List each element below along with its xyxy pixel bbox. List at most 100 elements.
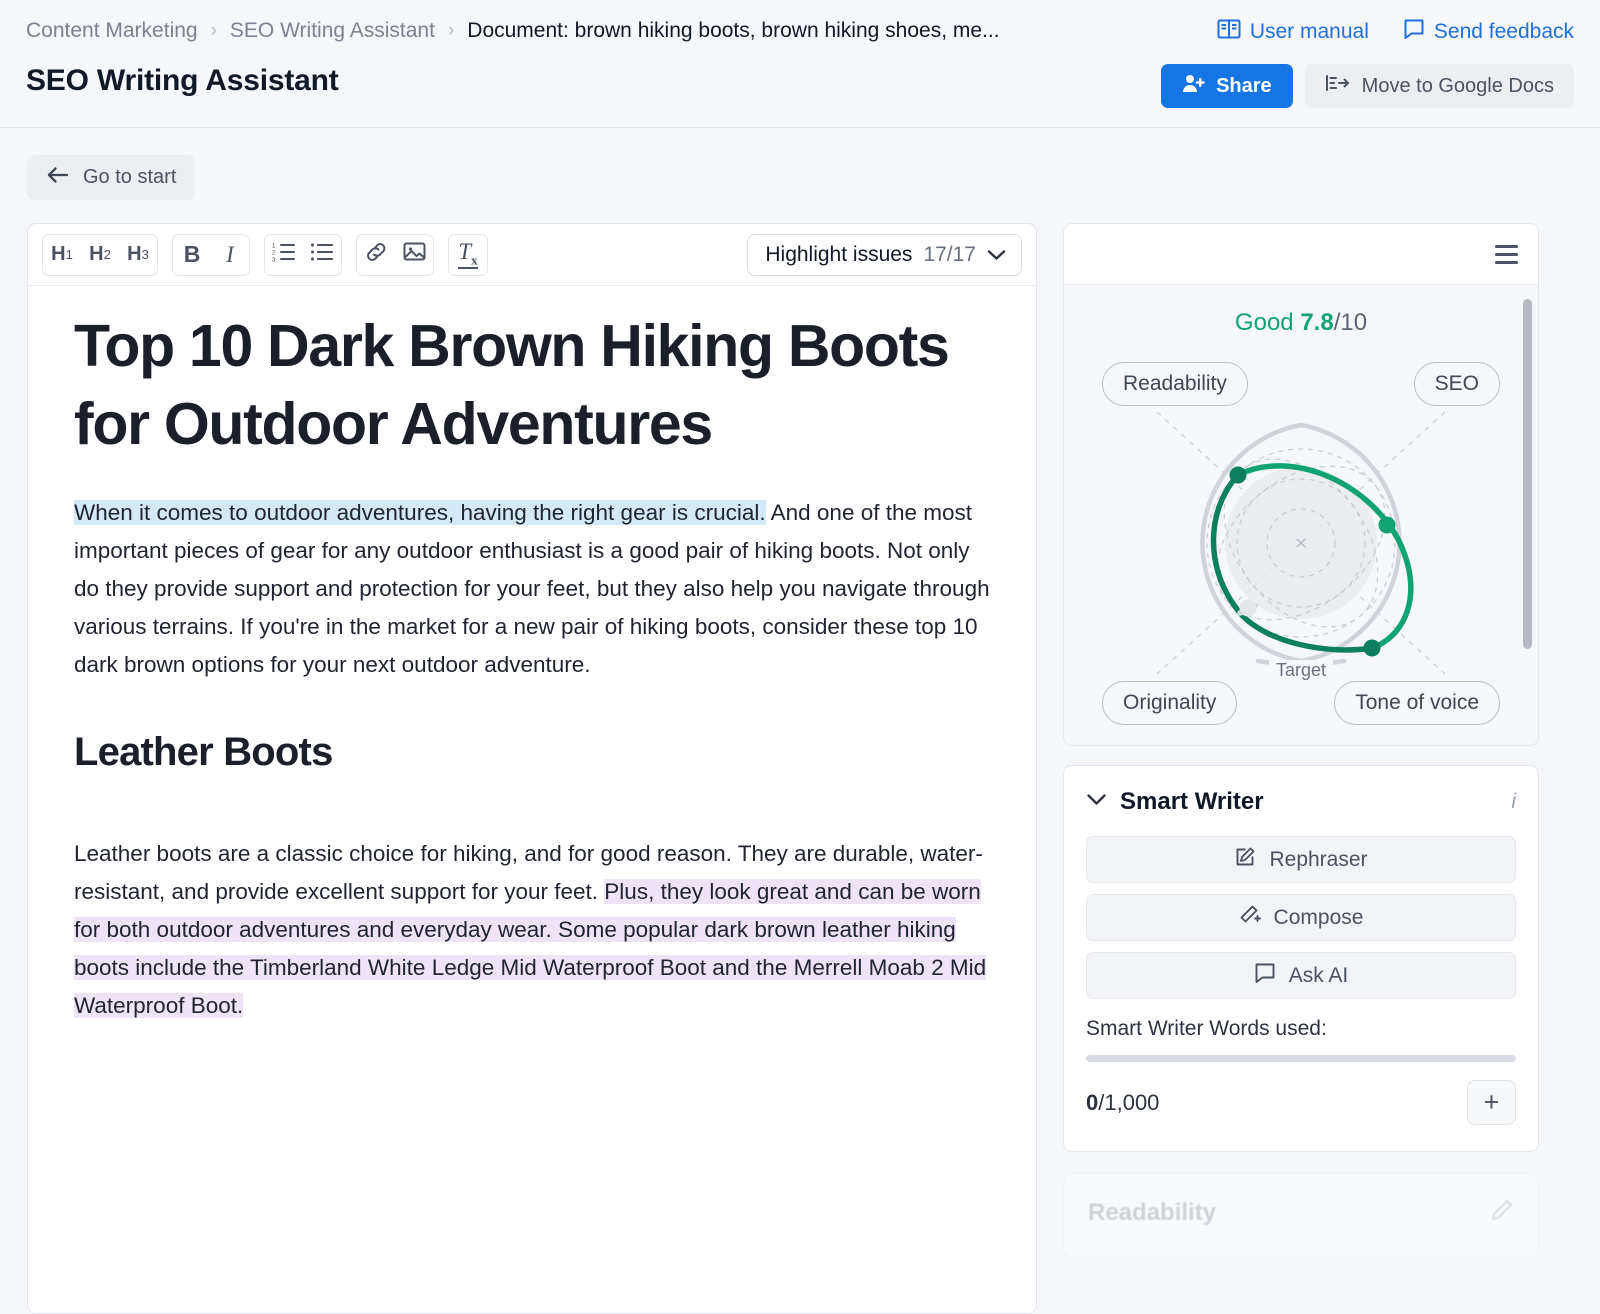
italic-button[interactable]: I xyxy=(211,235,249,275)
chat-bubble-icon xyxy=(1254,962,1276,990)
highlight-issues-count: 17/17 xyxy=(923,243,976,267)
document-body[interactable]: Top 10 Dark Brown Hiking Boots for Outdo… xyxy=(28,286,1036,1313)
score-card: Good 7.8/10 Readability SEO xyxy=(1063,223,1539,746)
h1-label: H xyxy=(51,243,65,266)
book-icon xyxy=(1217,18,1241,46)
breadcrumb-item-content-marketing[interactable]: Content Marketing xyxy=(26,19,198,43)
magic-wand-icon xyxy=(1239,904,1261,932)
readability-title: Readability xyxy=(1088,1199,1216,1227)
section-heading-leather-boots: Leather Boots xyxy=(74,730,998,775)
svg-text:3: 3 xyxy=(272,257,276,262)
text-style-button-group: B I xyxy=(172,234,250,276)
smart-writer-word-count: 0/1,000 xyxy=(1086,1090,1159,1116)
chevron-down-icon xyxy=(987,243,1006,267)
add-words-button[interactable]: + xyxy=(1467,1080,1516,1125)
clear-formatting-button[interactable]: Tx xyxy=(449,235,487,275)
side-panel: Good 7.8/10 Readability SEO xyxy=(1063,223,1539,1314)
intro-paragraph: When it comes to outdoor adventures, hav… xyxy=(74,494,998,684)
chip-originality[interactable]: Originality xyxy=(1102,681,1237,725)
send-feedback-label: Send feedback xyxy=(1434,20,1574,44)
compose-button[interactable]: Compose xyxy=(1086,894,1516,941)
breadcrumb-item-seo-writing-assistant[interactable]: SEO Writing Assistant xyxy=(230,19,435,43)
score-body: Good 7.8/10 Readability SEO xyxy=(1064,285,1538,745)
top-bar-links: User manual Send feedback xyxy=(1217,18,1574,46)
breadcrumb-separator-icon: › xyxy=(448,21,454,40)
smart-writer-header[interactable]: Smart Writer i xyxy=(1086,788,1516,816)
h1-button[interactable]: H1 xyxy=(43,235,81,275)
radar-chart: Target xyxy=(1064,399,1538,687)
chat-bubble-icon xyxy=(1403,18,1425,46)
move-arrow-icon xyxy=(1325,73,1350,99)
go-to-start-label: Go to start xyxy=(83,166,176,189)
breadcrumb-item-document[interactable]: Document: brown hiking boots, brown hiki… xyxy=(467,19,999,43)
info-icon[interactable]: i xyxy=(1511,790,1516,814)
user-plus-icon xyxy=(1182,73,1205,99)
h2-number: 2 xyxy=(104,247,111,262)
breadcrumb: Content Marketing › SEO Writing Assistan… xyxy=(26,19,1000,43)
chevron-down-icon[interactable] xyxy=(1086,793,1107,811)
chip-tone-of-voice[interactable]: Tone of voice xyxy=(1334,681,1500,725)
radar-point-tone-of-voice xyxy=(1364,640,1381,657)
score-value: 7.8 xyxy=(1300,309,1333,336)
image-icon xyxy=(403,241,426,268)
ask-ai-button[interactable]: Ask AI xyxy=(1086,952,1516,999)
go-to-start-button[interactable]: Go to start xyxy=(27,155,195,200)
radar-chart-svg xyxy=(1136,399,1466,687)
highlight-issues-label: Highlight issues xyxy=(765,243,912,267)
chip-readability[interactable]: Readability xyxy=(1102,362,1248,406)
go-to-start-row: Go to start xyxy=(0,128,1600,200)
radar-point-seo xyxy=(1379,517,1396,534)
bullet-list-button[interactable] xyxy=(303,235,341,275)
link-icon xyxy=(365,241,388,269)
editor-card: H1 H2 H3 B I xyxy=(27,223,1037,1314)
clear-format-x: x xyxy=(471,252,478,267)
svg-text:2: 2 xyxy=(272,250,276,256)
intro-rest-text: And one of the most important pieces of … xyxy=(74,500,990,677)
top-bar: Content Marketing › SEO Writing Assistan… xyxy=(0,0,1600,128)
ordered-list-button[interactable]: 1 2 3 xyxy=(265,235,303,275)
smart-writer-card: Smart Writer i Rephraser xyxy=(1063,765,1539,1152)
h1-number: 1 xyxy=(66,247,73,262)
send-feedback-link[interactable]: Send feedback xyxy=(1403,18,1574,46)
issue-highlight-blue[interactable]: When it comes to outdoor adventures, hav… xyxy=(74,500,766,525)
chip-seo[interactable]: SEO xyxy=(1414,362,1500,406)
share-button[interactable]: Share xyxy=(1161,64,1293,108)
image-button[interactable] xyxy=(395,235,433,275)
insert-button-group xyxy=(356,234,434,276)
bold-button[interactable]: B xyxy=(173,235,211,275)
list-button-group: 1 2 3 xyxy=(264,234,342,276)
pencil-icon[interactable] xyxy=(1490,1198,1514,1227)
radar-target-label: Target xyxy=(1269,660,1333,681)
bullet-list-icon xyxy=(310,242,334,268)
readability-card[interactable]: Readability xyxy=(1063,1173,1539,1258)
side-panel-header xyxy=(1064,224,1538,285)
main-content: H1 H2 H3 B I xyxy=(0,200,1600,1314)
rephraser-label: Rephraser xyxy=(1269,848,1367,872)
leather-boots-paragraph: Leather boots are a classic choice for h… xyxy=(74,835,998,1025)
radar-point-originality xyxy=(1240,600,1257,617)
side-panel-scrollbar[interactable] xyxy=(1523,299,1532,649)
words-total-value: /1,000 xyxy=(1098,1090,1159,1115)
menu-icon[interactable] xyxy=(1495,245,1518,264)
h2-button[interactable]: H2 xyxy=(81,235,119,275)
h3-button[interactable]: H3 xyxy=(119,235,157,275)
radar-point-readability xyxy=(1230,467,1247,484)
h3-label: H xyxy=(127,243,141,266)
rephraser-button[interactable]: Rephraser xyxy=(1086,836,1516,883)
bold-label: B xyxy=(184,241,201,268)
words-used-value: 0 xyxy=(1086,1090,1098,1115)
user-manual-label: User manual xyxy=(1250,20,1369,44)
user-manual-link[interactable]: User manual xyxy=(1217,18,1369,46)
move-to-google-docs-button[interactable]: Move to Google Docs xyxy=(1305,64,1574,108)
ordered-list-icon: 1 2 3 xyxy=(272,242,296,268)
document-title: Top 10 Dark Brown Hiking Boots for Outdo… xyxy=(74,308,998,464)
move-to-google-docs-label: Move to Google Docs xyxy=(1362,75,1554,98)
link-button[interactable] xyxy=(357,235,395,275)
clear-formatting-icon: Tx xyxy=(458,240,477,269)
breadcrumb-separator-icon: › xyxy=(211,21,217,40)
pencil-square-icon xyxy=(1234,846,1256,874)
editor-toolbar: H1 H2 H3 B I xyxy=(28,224,1036,286)
highlight-issues-dropdown[interactable]: Highlight issues 17/17 xyxy=(747,234,1022,276)
score-status: Good xyxy=(1235,309,1294,336)
chip-row-top: Readability SEO xyxy=(1064,362,1538,406)
